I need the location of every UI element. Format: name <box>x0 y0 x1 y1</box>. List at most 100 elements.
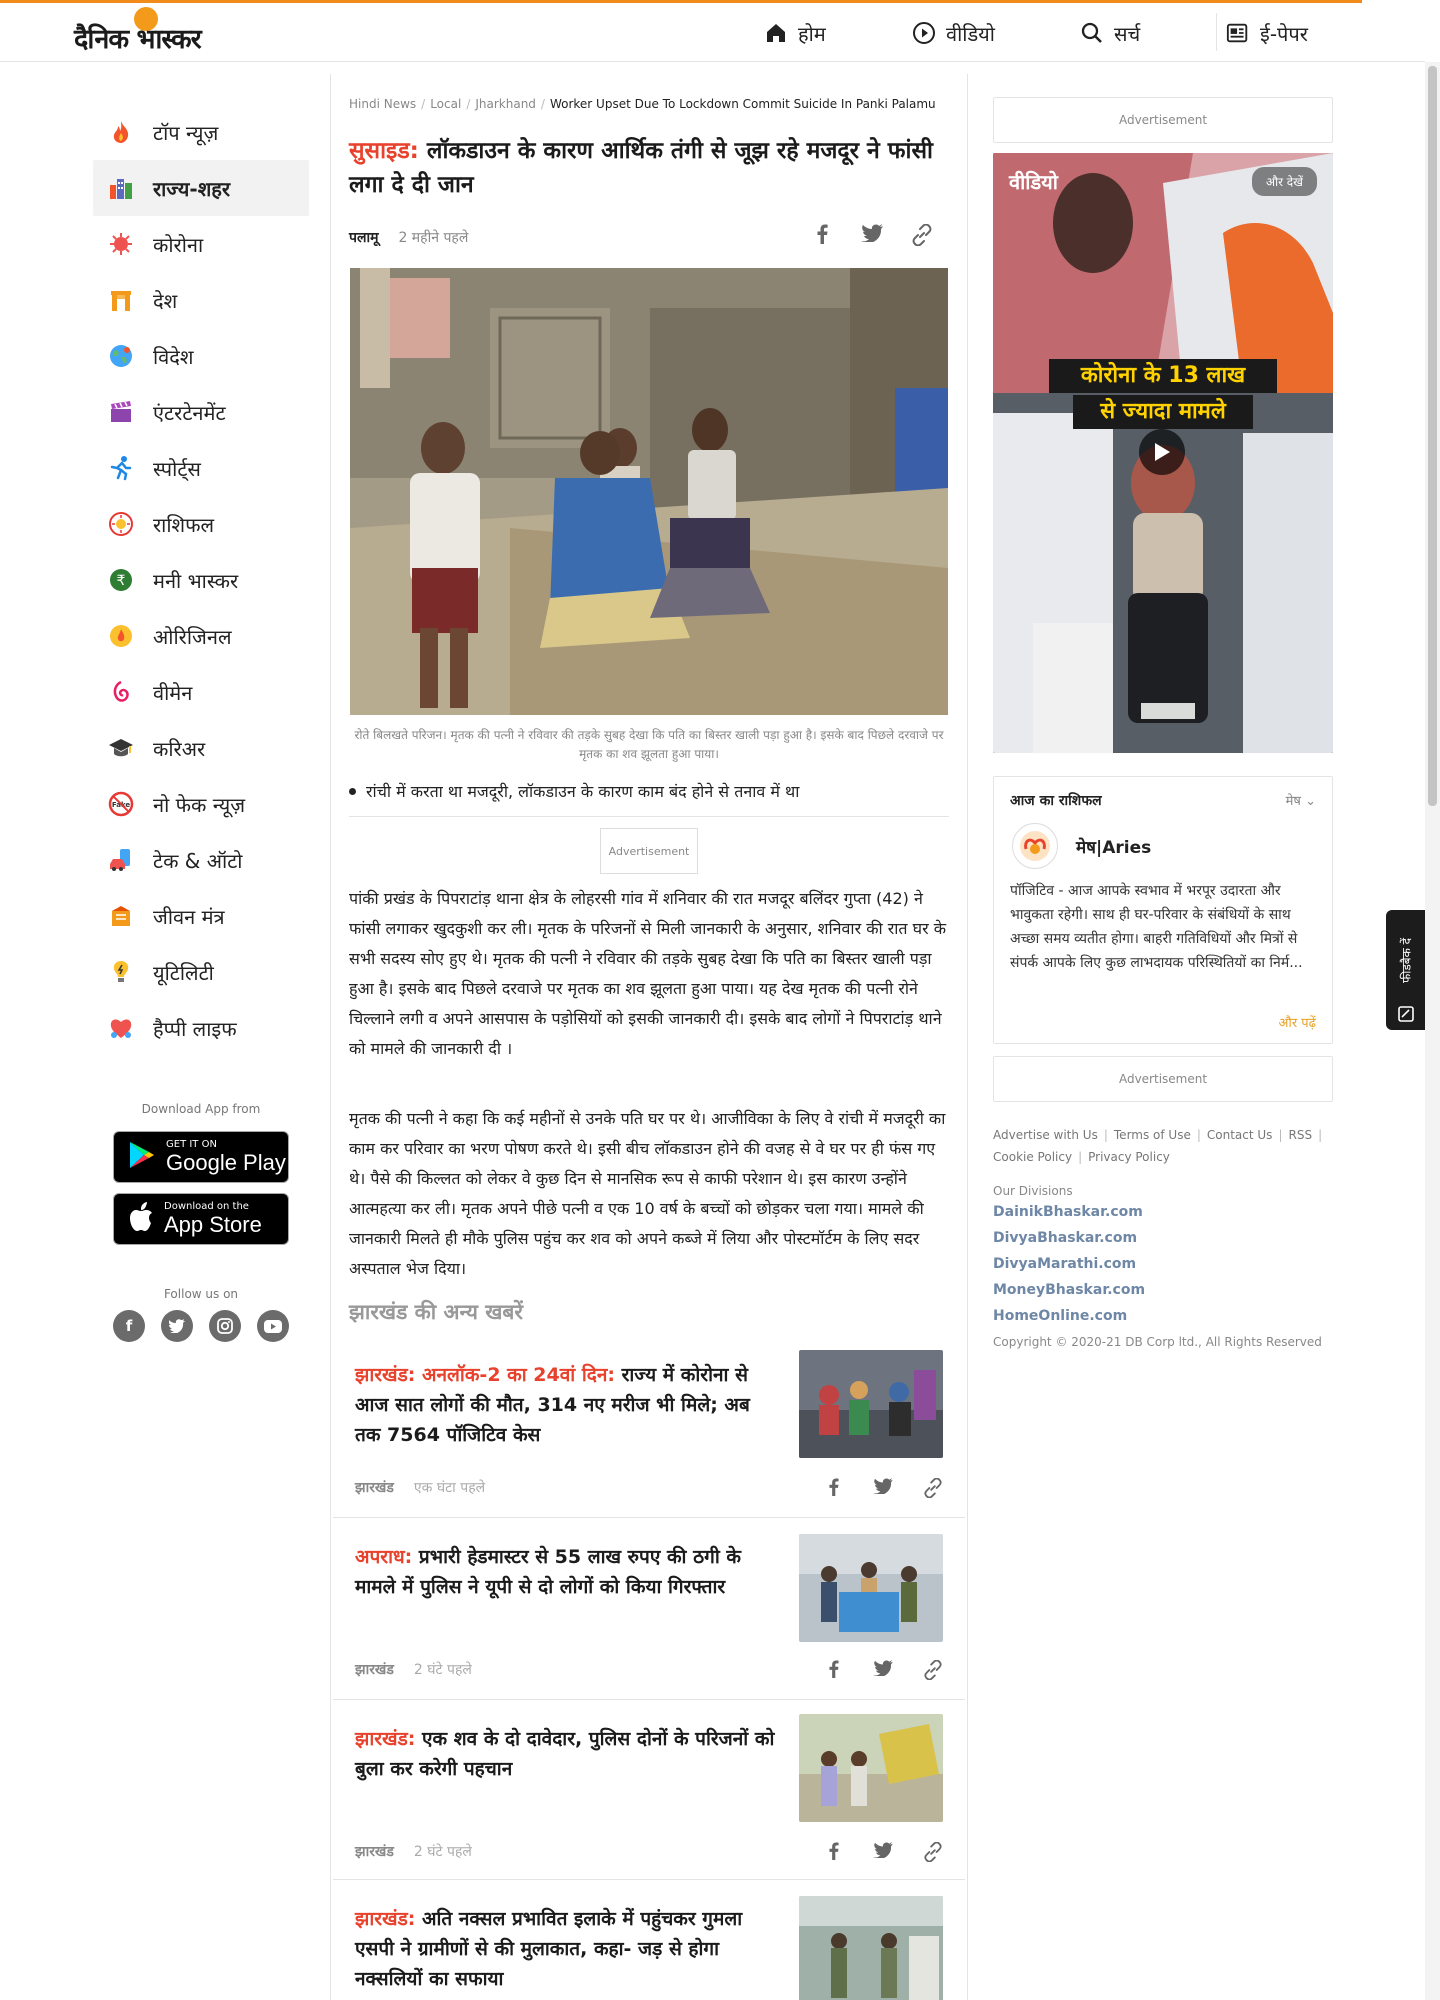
sidebar-item-tech-auto[interactable]: टेक & ऑटो <box>93 832 309 888</box>
sidebar-item-corona[interactable]: कोरोना <box>93 216 309 272</box>
headline-kicker: सुसाइड: <box>349 138 419 164</box>
sidebar-item-career[interactable]: करिअर <box>93 720 309 776</box>
nav-home[interactable]: होम <box>764 13 826 53</box>
division-link[interactable]: DainikBhaskar.com <box>993 1204 1143 1220</box>
news-card-share <box>821 1659 945 1685</box>
tech-auto-icon <box>107 846 135 874</box>
news-card-share <box>821 1841 945 1867</box>
copy-link-icon[interactable] <box>910 223 934 251</box>
division-link[interactable]: DivyaMarathi.com <box>993 1256 1136 1272</box>
sidebar-item-country[interactable]: देश <box>93 272 309 328</box>
sidebar-item-utility[interactable]: यूटिलिटी <box>93 944 309 1000</box>
rashi-name: मेष|Aries <box>1076 838 1152 858</box>
article-meta: पलामू 2 महीने पहले <box>349 228 468 247</box>
footer-link-terms[interactable]: Terms of Use <box>1114 1128 1191 1142</box>
footer-link-rss[interactable]: RSS <box>1288 1128 1312 1142</box>
sidebar-item-happy-life[interactable]: हैप्पी लाइफ <box>93 1000 309 1056</box>
twitter-share-icon[interactable] <box>871 1842 895 1867</box>
news-card-meta: झारखंड 2 घंटे पहले <box>355 1660 472 1679</box>
clapperboard-icon <box>107 398 135 426</box>
news-card-title[interactable]: झारखंड: एक शव के दो दावेदार, पुलिस दोनों… <box>355 1724 780 1784</box>
facebook-share-icon[interactable] <box>810 224 834 251</box>
twitter-icon[interactable] <box>161 1310 193 1342</box>
feedback-tab[interactable]: फीडबैक दें <box>1386 910 1426 1030</box>
nav-search-label: सर्च <box>1114 21 1141 46</box>
news-card[interactable]: अपराध: प्रभारी हेडमास्टर से 55 लाख रुपए … <box>333 1518 965 1700</box>
twitter-share-icon[interactable] <box>871 1660 895 1685</box>
inline-advertisement[interactable]: Advertisement <box>600 828 698 874</box>
sidebar-item-sports[interactable]: स्पोर्ट्स <box>93 440 309 496</box>
news-card-title[interactable]: अपराध: प्रभारी हेडमास्टर से 55 लाख रुपए … <box>355 1542 780 1602</box>
article-headline: सुसाइड: लॉकडाउन के कारण आर्थिक तंगी से ज… <box>349 134 949 202</box>
sidebar-item-no-fake-news[interactable]: Fake नो फेक न्यूज़ <box>93 776 309 832</box>
news-card[interactable]: झारखंड: अति नक्सल प्रभावित इलाके में पहु… <box>333 1880 965 2000</box>
nav-search[interactable]: सर्च <box>1080 13 1140 53</box>
news-card-kicker: झारखंड: <box>355 1908 416 1930</box>
newspaper-icon <box>1226 21 1250 45</box>
sidebar-item-women[interactable]: वीमेन <box>93 664 309 720</box>
news-card-title[interactable]: झारखंड: अनलॉक-2 का 24वां दिन: राज्य में … <box>355 1360 780 1450</box>
facebook-share-icon[interactable] <box>821 1842 845 1867</box>
footer-link-privacy[interactable]: Privacy Policy <box>1088 1150 1170 1164</box>
site-logo[interactable]: दैनिक भास्कर <box>74 7 202 59</box>
nav-home-label: होम <box>798 21 826 46</box>
footer-link-advertise[interactable]: Advertise with Us <box>993 1128 1098 1142</box>
zodiac-icon <box>107 510 135 538</box>
division-link[interactable]: MoneyBhaskar.com <box>993 1282 1145 1298</box>
news-card[interactable]: झारखंड: अनलॉक-2 का 24वां दिन: राज्य में … <box>333 1336 965 1518</box>
news-card-title[interactable]: झारखंड: अति नक्सल प्रभावित इलाके में पहु… <box>355 1904 780 1994</box>
division-link[interactable]: HomeOnline.com <box>993 1308 1127 1324</box>
news-card-thumbnail[interactable] <box>799 1714 943 1822</box>
sidebar-item-money-bhaskar[interactable]: ₹ मनी भास्कर <box>93 552 309 608</box>
sidebar-item-label: टेक & ऑटो <box>153 848 243 873</box>
copy-link-icon[interactable] <box>921 1841 945 1867</box>
division-link[interactable]: DivyaBhaskar.com <box>993 1230 1137 1246</box>
app-store-button[interactable]: Download on the App Store <box>113 1193 289 1245</box>
advertisement-top[interactable]: Advertisement <box>993 97 1333 143</box>
footer-link-contact[interactable]: Contact Us <box>1207 1128 1273 1142</box>
sidebar-item-top-news[interactable]: टॉप न्यूज़ <box>93 104 309 160</box>
copy-link-icon[interactable] <box>921 1659 945 1685</box>
video-widget[interactable]: वीडियो और देखें कोरोना के 13 लाख से ज्या… <box>993 153 1333 753</box>
logo-text: दैनिक भास्कर <box>74 24 202 55</box>
sidebar-item-jeevan-mantra[interactable]: जीवन मंत्र <box>93 888 309 944</box>
footer-link-cookie[interactable]: Cookie Policy <box>993 1150 1072 1164</box>
video-more-link[interactable]: और देखें <box>1251 166 1317 196</box>
news-card-thumbnail[interactable] <box>799 1350 943 1458</box>
youtube-icon[interactable] <box>257 1310 289 1342</box>
news-card-time: एक घंटा पहले <box>413 1480 486 1496</box>
google-play-button[interactable]: GET IT ON Google Play <box>113 1131 289 1183</box>
video-widget-title: वीडियो <box>1009 169 1058 194</box>
breadcrumb-local[interactable]: Local <box>430 97 461 111</box>
rashi-dropdown[interactable]: मेष ⌄ <box>1286 791 1316 809</box>
news-card[interactable]: झारखंड: एक शव के दो दावेदार, पुलिस दोनों… <box>333 1700 965 1880</box>
sidebar-item-state-city[interactable]: राज्य-शहर <box>93 160 309 216</box>
twitter-share-icon[interactable] <box>871 1478 895 1503</box>
runner-icon <box>107 454 135 482</box>
sidebar-item-rashifal[interactable]: राशिफल <box>93 496 309 552</box>
facebook-share-icon[interactable] <box>821 1478 845 1503</box>
nav-video[interactable]: वीडियो <box>912 13 995 53</box>
sidebar-item-original[interactable]: ओरिजिनल <box>93 608 309 664</box>
news-card-thumbnail[interactable] <box>799 1534 943 1642</box>
breadcrumb-jharkhand[interactable]: Jharkhand <box>475 97 536 111</box>
scrollbar-thumb[interactable] <box>1428 66 1437 806</box>
breadcrumb-hindi-news[interactable]: Hindi News <box>349 97 416 111</box>
facebook-share-icon[interactable] <box>821 1660 845 1685</box>
nav-video-label: वीडियो <box>946 21 995 46</box>
sidebar-item-world[interactable]: विदेश <box>93 328 309 384</box>
divisions-label: Our Divisions <box>993 1184 1073 1198</box>
nav-epaper[interactable]: ई-पेपर <box>1226 13 1308 53</box>
facebook-icon[interactable]: f <box>113 1310 145 1342</box>
instagram-icon[interactable] <box>209 1310 241 1342</box>
advertisement-bottom[interactable]: Advertisement <box>993 1056 1333 1102</box>
copy-link-icon[interactable] <box>921 1477 945 1503</box>
chevron-down-icon: ⌄ <box>1305 794 1316 809</box>
site-header: दैनिक भास्कर होम वीडियो सर्च ई-पेपर <box>0 3 1425 62</box>
news-card-thumbnail[interactable] <box>799 1896 943 2000</box>
rashifal-read-more[interactable]: और पढ़ें <box>1279 1013 1316 1031</box>
twitter-share-icon[interactable] <box>860 224 884 251</box>
sidebar-item-label: जीवन मंत्र <box>153 904 225 929</box>
play-icon[interactable] <box>1139 429 1185 475</box>
sidebar-item-entertainment[interactable]: एंटरटेनमेंट <box>93 384 309 440</box>
